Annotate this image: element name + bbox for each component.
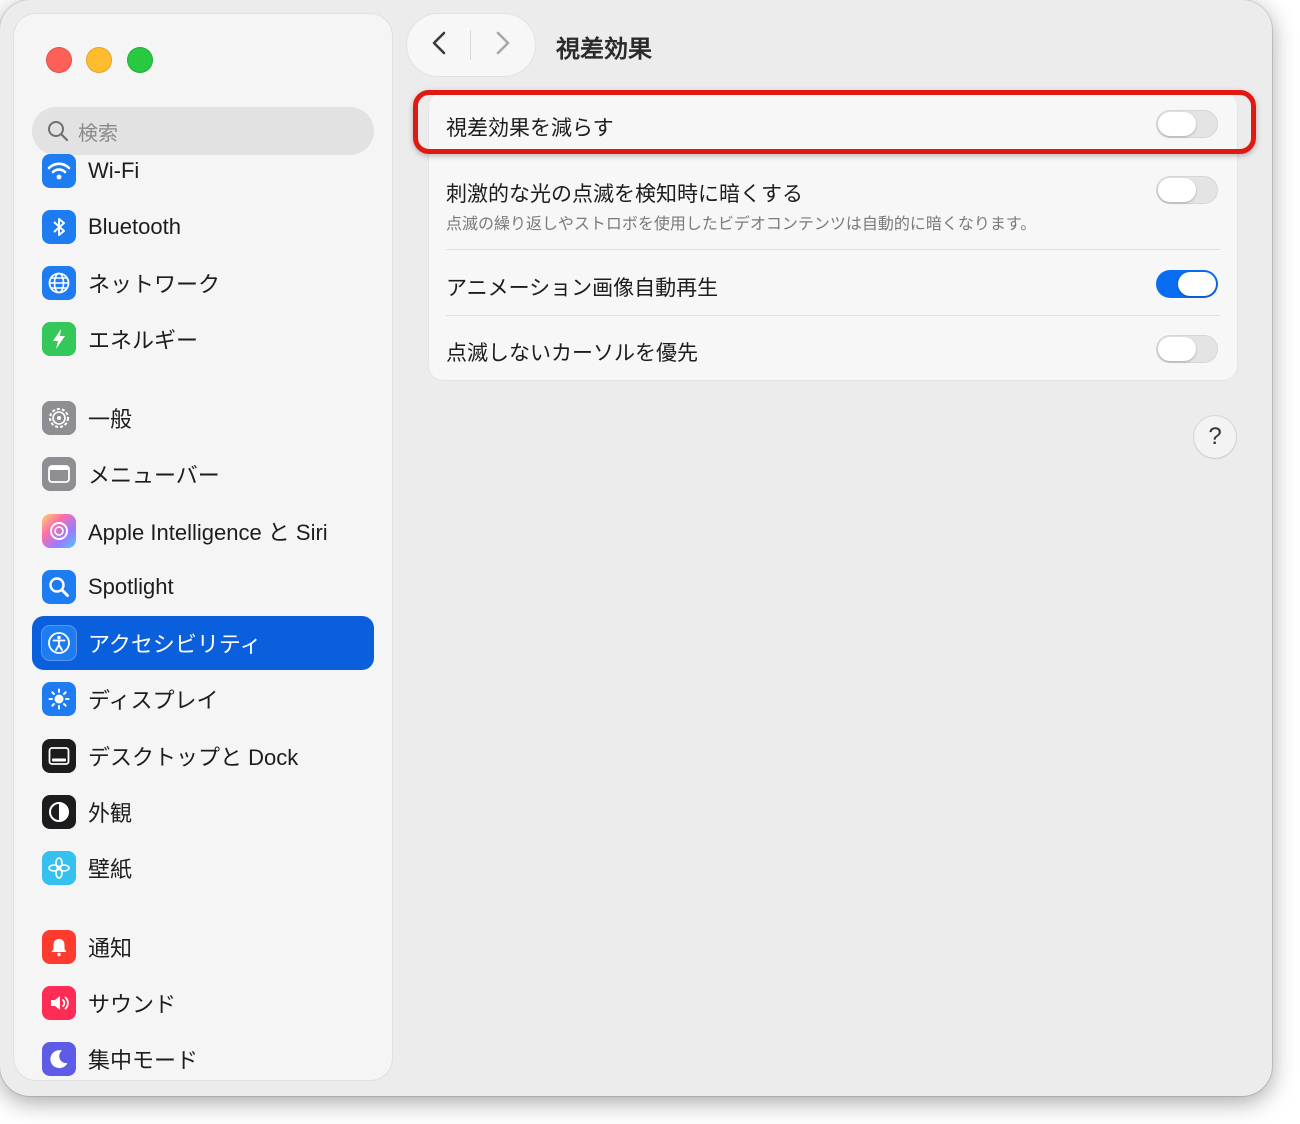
chevron-left-icon — [429, 30, 451, 61]
row-divider — [446, 315, 1220, 316]
setting-row-title: 点滅しないカーソルを優先 — [446, 342, 698, 365]
sidebar-item-label: サウンド — [88, 992, 177, 1017]
search-placeholder: 検索 — [78, 122, 118, 145]
sidebar-item-bluetooth[interactable]: Bluetooth — [32, 200, 374, 254]
non-blinking-cursor-toggle[interactable] — [1156, 335, 1218, 363]
wifi-icon — [42, 154, 76, 188]
speaker-icon — [42, 986, 76, 1020]
setting-row-title: 刺激的な光の点滅を検知時に暗くする — [446, 183, 803, 206]
sidebar-item-label: デスクトップと Dock — [88, 745, 299, 770]
sidebar-item-desktop-dock[interactable]: デスクトップと Dock — [32, 729, 374, 783]
dim-flashing-lights-toggle[interactable] — [1156, 176, 1218, 204]
sidebar-item-label: エネルギー — [88, 328, 199, 353]
toggle-knob — [1158, 178, 1196, 202]
back-button[interactable] — [409, 14, 471, 76]
help-button[interactable]: ? — [1194, 416, 1236, 458]
flower-icon — [42, 851, 76, 885]
sidebar: 検索 Wi-Fi Bluetooth ネットワーク エネルギー 一般 メニューバ… — [14, 14, 392, 1080]
sidebar-item-energy[interactable]: エネルギー — [32, 312, 374, 366]
sidebar-item-siri[interactable]: Apple Intelligence と Siri — [32, 504, 374, 558]
sidebar-item-wallpaper[interactable]: 壁紙 — [32, 841, 374, 895]
sidebar-item-label: 一般 — [88, 407, 133, 432]
sidebar-item-display[interactable]: ディスプレイ — [32, 672, 374, 726]
close-window-button[interactable] — [46, 47, 72, 73]
sidebar-item-label: Apple Intelligence と Siri — [88, 520, 328, 545]
sidebar-item-label: 外観 — [88, 801, 133, 826]
sidebar-item-label: メニューバー — [88, 463, 220, 488]
siri-icon — [42, 514, 76, 548]
navigation-controls — [407, 14, 535, 76]
sidebar-item-notifications[interactable]: 通知 — [32, 920, 374, 974]
toggle-knob — [1178, 272, 1216, 296]
settings-window: 検索 Wi-Fi Bluetooth ネットワーク エネルギー 一般 メニューバ… — [0, 0, 1272, 1096]
appearance-icon — [42, 795, 76, 829]
bell-icon — [42, 930, 76, 964]
row-divider — [446, 249, 1220, 250]
sidebar-item-appearance[interactable]: 外観 — [32, 785, 374, 839]
moon-icon — [42, 1042, 76, 1076]
gear-icon — [42, 401, 76, 435]
sun-icon — [42, 682, 76, 716]
sidebar-item-general[interactable]: 一般 — [32, 391, 374, 445]
sidebar-item-label: ディスプレイ — [88, 688, 219, 713]
menubar-icon — [42, 457, 76, 491]
forward-button[interactable] — [471, 14, 533, 76]
reduce-motion-toggle[interactable] — [1156, 110, 1218, 138]
sidebar-item-label: アクセシビリティ — [88, 632, 262, 657]
dock-icon — [42, 739, 76, 773]
search-icon — [46, 119, 70, 143]
sidebar-item-wifi[interactable]: Wi-Fi — [32, 144, 374, 198]
setting-row-subtitle: 点滅の繰り返しやストロボを使用したビデオコンテンツは自動的に暗くなります。 — [446, 216, 1037, 233]
globe-icon — [42, 266, 76, 300]
bluetooth-icon — [42, 210, 76, 244]
sidebar-item-label: 通知 — [88, 936, 133, 961]
zoom-window-button[interactable] — [127, 47, 153, 73]
accessibility-icon — [42, 626, 76, 660]
sidebar-item-label: 集中モード — [88, 1048, 199, 1073]
sidebar-item-spotlight[interactable]: Spotlight — [32, 560, 374, 614]
sidebar-item-network[interactable]: ネットワーク — [32, 256, 374, 310]
sidebar-item-label: 壁紙 — [88, 857, 133, 882]
autoplay-animated-images-toggle[interactable] — [1156, 270, 1218, 298]
settings-group: 視差効果を減らす 刺激的な光の点滅を検知時に暗くする 点滅の繰り返しやストロボを… — [429, 92, 1237, 380]
setting-row-title: アニメーション画像自動再生 — [446, 277, 719, 300]
sidebar-item-label: Bluetooth — [88, 214, 181, 239]
toggle-knob — [1158, 112, 1196, 136]
toggle-knob — [1158, 337, 1196, 361]
sidebar-item-label: Spotlight — [88, 574, 174, 599]
sidebar-item-menubar[interactable]: メニューバー — [32, 447, 374, 501]
sidebar-item-label: ネットワーク — [88, 272, 221, 297]
setting-row-title: 視差効果を減らす — [446, 117, 614, 140]
sidebar-item-sound[interactable]: サウンド — [32, 976, 374, 1030]
page-title: 視差効果 — [556, 36, 652, 63]
bolt-icon — [42, 322, 76, 356]
sidebar-item-label: Wi-Fi — [88, 158, 140, 183]
sidebar-item-accessibility[interactable]: アクセシビリティ — [32, 616, 374, 670]
minimize-window-button[interactable] — [86, 47, 112, 73]
sidebar-item-focus[interactable]: 集中モード — [32, 1032, 374, 1080]
magnifier-icon — [42, 570, 76, 604]
chevron-right-icon — [491, 30, 513, 61]
